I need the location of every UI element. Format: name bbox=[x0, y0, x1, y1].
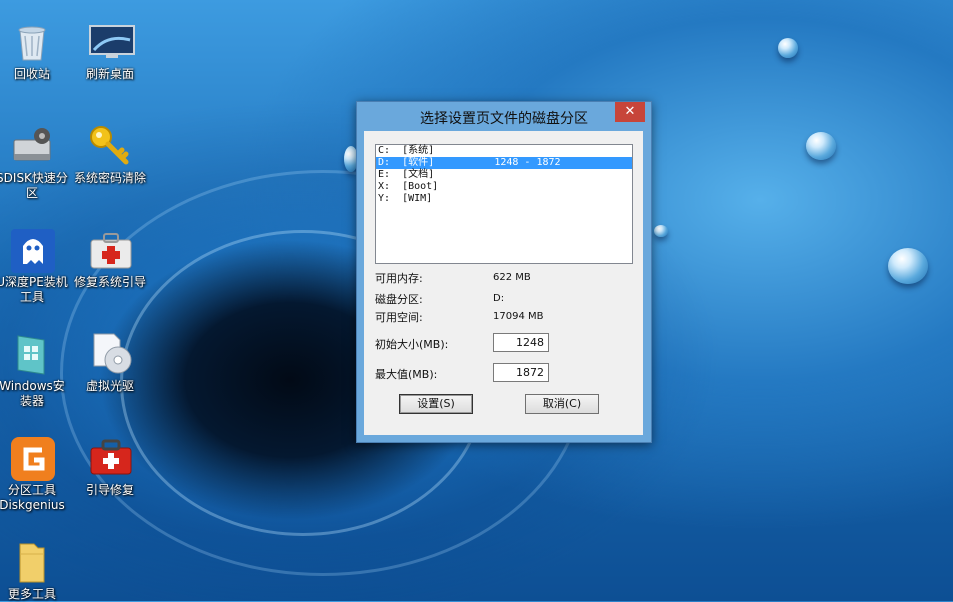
partition-list-item-selected[interactable]: D: [软件] 1248 - 1872 bbox=[376, 157, 632, 169]
partition-list-item[interactable]: Y: [WIM] bbox=[376, 193, 632, 205]
free-space-value: 17094 MB bbox=[493, 311, 544, 322]
cancel-button[interactable]: 取消(C) bbox=[525, 394, 599, 414]
set-button[interactable]: 设置(S) bbox=[399, 394, 473, 414]
water-drop bbox=[778, 38, 798, 58]
desktop-icon-sdisk[interactable]: SDISK快速分 区 bbox=[0, 124, 71, 201]
desktop-icon-label: Windows安 装器 bbox=[0, 379, 65, 408]
partition-label: 磁盘分区: bbox=[375, 293, 423, 306]
desktop-icon-label: 分区工具 Diskgenius bbox=[0, 483, 65, 512]
windows-installer-icon bbox=[10, 332, 54, 376]
first-aid-kit-icon bbox=[88, 228, 132, 272]
desktop-icon-virtual-drive[interactable]: 虚拟光驱 bbox=[71, 332, 149, 394]
partition-list-item[interactable]: X: [Boot] bbox=[376, 181, 632, 193]
desktop-icon-repair-boot[interactable]: 修复系统引导 bbox=[71, 228, 149, 290]
max-size-label: 最大值(MB): bbox=[375, 368, 438, 381]
partition-list-item[interactable]: E: [文档] bbox=[376, 169, 632, 181]
partition-value: D: bbox=[493, 293, 505, 304]
toolbox-icon bbox=[88, 436, 132, 480]
desktop-icon-diskgenius[interactable]: 分区工具 Diskgenius bbox=[0, 436, 71, 513]
desktop-icon-label: 虚拟光驱 bbox=[85, 379, 134, 393]
desktop-icon-label: 回收站 bbox=[13, 67, 50, 81]
virtual-drive-icon bbox=[88, 332, 132, 376]
water-drop bbox=[888, 248, 928, 284]
desktop-icon-label: U深度PE装机 工具 bbox=[0, 275, 68, 304]
close-button[interactable]: ✕ bbox=[615, 102, 645, 122]
max-size-input[interactable]: 1872 bbox=[493, 363, 549, 382]
water-drop bbox=[806, 132, 836, 160]
diskgenius-icon bbox=[10, 436, 55, 481]
ghost-icon bbox=[10, 228, 55, 273]
desktop-icon-windows-installer[interactable]: Windows安 装器 bbox=[0, 332, 71, 409]
disk-drive-icon bbox=[10, 124, 54, 168]
desktop-icon-label: 系统密码清除 bbox=[73, 171, 146, 185]
desktop-icon-pe-installer[interactable]: U深度PE装机 工具 bbox=[0, 228, 71, 305]
dialog-titlebar[interactable]: 选择设置页文件的磁盘分区 ✕ bbox=[357, 102, 651, 131]
free-space-label: 可用空间: bbox=[375, 311, 423, 324]
initial-size-input[interactable]: 1248 bbox=[493, 333, 549, 352]
close-icon: ✕ bbox=[624, 104, 636, 119]
water-drop bbox=[654, 225, 668, 237]
desktop-icon-more-tools[interactable]: 更多工具 bbox=[0, 540, 71, 602]
desktop-icon-password-clear[interactable]: 系统密码清除 bbox=[71, 124, 149, 186]
pagefile-partition-dialog: 选择设置页文件的磁盘分区 ✕ C: [系统] D: [软件] 1248 - 18… bbox=[356, 101, 652, 443]
desktop-icon-label: 引导修复 bbox=[85, 483, 134, 497]
dialog-title: 选择设置页文件的磁盘分区 bbox=[420, 111, 588, 127]
available-memory-value: 622 MB bbox=[493, 272, 531, 283]
monitor-icon bbox=[88, 20, 135, 64]
recycle-bin-icon bbox=[10, 20, 54, 64]
desktop-icon-label: 更多工具 bbox=[7, 587, 56, 601]
folder-icon bbox=[10, 540, 54, 584]
partition-list-item[interactable]: C: [系统] bbox=[376, 145, 632, 157]
key-icon bbox=[88, 124, 132, 168]
desktop-icon-label: 刷新桌面 bbox=[85, 67, 134, 81]
partition-list[interactable]: C: [系统] D: [软件] 1248 - 1872 E: [文档] X: [… bbox=[375, 144, 633, 264]
desktop-icon-refresh-desktop[interactable]: 刷新桌面 bbox=[71, 20, 149, 82]
desktop-icon-label: 修复系统引导 bbox=[73, 275, 146, 289]
desktop-icon-label: SDISK快速分 区 bbox=[0, 171, 68, 200]
available-memory-label: 可用内存: bbox=[375, 272, 423, 285]
desktop-icon-boot-repair[interactable]: 引导修复 bbox=[71, 436, 149, 498]
desktop-icon-recycle-bin[interactable]: 回收站 bbox=[0, 20, 71, 82]
dialog-client-area: C: [系统] D: [软件] 1248 - 1872 E: [文档] X: [… bbox=[364, 131, 643, 435]
initial-size-label: 初始大小(MB): bbox=[375, 338, 449, 351]
